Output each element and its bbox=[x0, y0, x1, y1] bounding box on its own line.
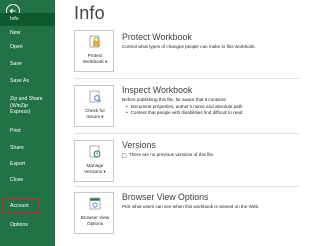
document-icon bbox=[122, 153, 127, 158]
browser-view-options-label-2: Options bbox=[86, 221, 104, 226]
page-title: Info bbox=[74, 3, 105, 23]
browser-view-description: Pick what users can see when this workbo… bbox=[122, 204, 260, 209]
protect-workbook-description: Control what types of changes people can… bbox=[122, 44, 256, 49]
backstage-sidebar: Info New Open Save Save As Zip and Share… bbox=[0, 0, 55, 246]
versions-heading: Versions bbox=[122, 140, 156, 150]
sidebar-item-open[interactable]: Open bbox=[0, 44, 55, 51]
inspect-bullet-properties: • Document properties, author's name and … bbox=[126, 104, 243, 109]
inspect-bullet-accessibility: • Content that people with disabilities f… bbox=[126, 110, 243, 115]
section-divider bbox=[74, 78, 300, 79]
versions-icon bbox=[89, 145, 101, 158]
sidebar-item-close[interactable]: Close bbox=[0, 177, 55, 184]
check-for-issues-label: Check for bbox=[84, 108, 106, 113]
inspect-bullet-text: Content that people with disabilities fi… bbox=[130, 110, 243, 115]
sidebar-item-share[interactable]: Share bbox=[0, 145, 55, 152]
versions-description: There are no previous versions of this f… bbox=[129, 152, 215, 157]
sidebar-item-export[interactable]: Export bbox=[0, 161, 55, 168]
protect-workbook-heading: Protect Workbook bbox=[122, 32, 192, 42]
sidebar-item-zip-and-share[interactable]: Zip and Share (WinZip Express) bbox=[0, 96, 48, 116]
sidebar-item-save-as[interactable]: Save As bbox=[0, 78, 55, 85]
browser-view-icon bbox=[89, 197, 101, 210]
sidebar-item-info[interactable]: Info bbox=[0, 13, 55, 26]
inspect-document-icon bbox=[89, 90, 102, 103]
protect-workbook-label: Protect bbox=[87, 53, 103, 58]
manage-versions-label-2: Versions ▾ bbox=[84, 169, 106, 174]
inspect-bullet-text: Document properties, author's name and a… bbox=[130, 104, 243, 109]
browser-view-section: Browser View Options Browser View Option… bbox=[74, 192, 300, 238]
manage-versions-button[interactable]: Manage Versions ▾ bbox=[74, 140, 114, 182]
browser-view-options-button[interactable]: Browser View Options bbox=[74, 192, 114, 234]
section-divider bbox=[74, 133, 300, 134]
section-divider bbox=[74, 186, 300, 187]
sidebar-item-print[interactable]: Print bbox=[0, 128, 55, 135]
check-for-issues-button[interactable]: Check for Issues ▾ bbox=[74, 85, 114, 127]
lock-icon bbox=[89, 35, 100, 48]
browser-view-options-label: Browser View bbox=[80, 215, 110, 220]
sidebar-item-account[interactable]: Account bbox=[2, 199, 40, 213]
protect-workbook-label-2: Workbook ▾ bbox=[82, 59, 108, 64]
protect-workbook-section: Protect Workbook ▾ Protect Workbook Cont… bbox=[74, 30, 300, 80]
check-for-issues-label-2: Issues ▾ bbox=[86, 114, 104, 119]
manage-versions-label: Manage bbox=[86, 163, 104, 168]
sidebar-item-save[interactable]: Save bbox=[0, 61, 55, 68]
sidebar-item-options[interactable]: Options bbox=[0, 222, 55, 229]
inspect-workbook-description: Before publishing this file, be aware th… bbox=[122, 97, 227, 102]
versions-section: Manage Versions ▾ Versions There are no … bbox=[74, 140, 300, 186]
protect-workbook-button[interactable]: Protect Workbook ▾ bbox=[74, 30, 114, 72]
sidebar-item-new[interactable]: New bbox=[0, 30, 55, 37]
browser-view-heading: Browser View Options bbox=[122, 192, 209, 202]
inspect-workbook-heading: Inspect Workbook bbox=[122, 85, 193, 95]
inspect-workbook-section: Check for Issues ▾ Inspect Workbook Befo… bbox=[74, 85, 300, 135]
